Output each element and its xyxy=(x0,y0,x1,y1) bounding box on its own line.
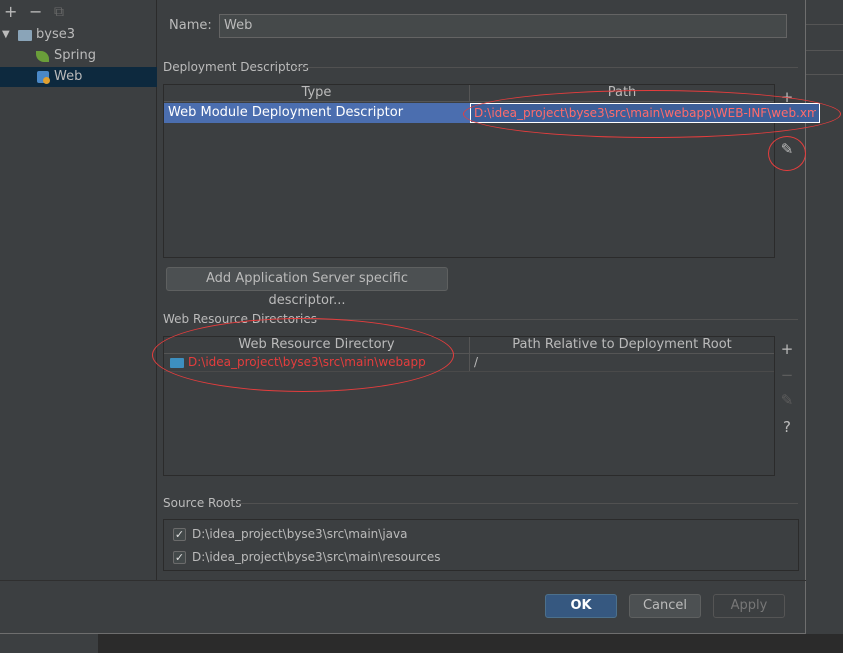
background-bottom xyxy=(0,634,843,653)
list-item[interactable]: ✓ D:\idea_project\byse3\src\main\resourc… xyxy=(164,547,794,567)
add-icon[interactable]: + xyxy=(4,4,17,20)
background-divider xyxy=(806,74,843,75)
edit-resource-icon[interactable]: ✎ xyxy=(778,391,796,409)
cell-divider xyxy=(469,354,470,371)
edit-pencil-icon[interactable]: ✎ xyxy=(778,140,796,158)
table-row[interactable]: Web Module Deployment Descriptor D:\idea… xyxy=(164,103,820,123)
remove-icon[interactable]: − xyxy=(29,4,42,20)
tree-item-web[interactable]: Web xyxy=(0,67,157,87)
relative-path: / xyxy=(474,355,479,369)
background-bottom-left xyxy=(0,634,98,653)
apply-button[interactable]: Apply xyxy=(713,594,785,618)
background-divider xyxy=(806,50,843,51)
web-resources-section-title: Web Resource Directories xyxy=(163,312,317,326)
table-row[interactable]: D:\idea_project\byse3\src\main\webapp / xyxy=(164,354,774,372)
tree-item-label: Web xyxy=(54,69,83,84)
copy-icon[interactable]: ⧉ xyxy=(54,4,64,20)
background-divider xyxy=(806,24,843,25)
source-roots-section-title: Source Roots xyxy=(163,496,242,510)
source-root-path: D:\idea_project\byse3\src\main\resources xyxy=(192,550,441,564)
section-divider xyxy=(238,503,798,504)
footer-divider xyxy=(0,580,806,581)
descriptor-type: Web Module Deployment Descriptor xyxy=(168,105,404,120)
resource-directory: D:\idea_project\byse3\src\main\webapp xyxy=(188,355,426,369)
add-resource-icon[interactable]: + xyxy=(778,340,796,358)
tree-item-label: Spring xyxy=(54,48,96,63)
checkbox-checked-icon[interactable]: ✓ xyxy=(173,551,186,564)
column-header-type[interactable]: Type xyxy=(164,85,469,102)
remove-resource-icon[interactable]: − xyxy=(778,366,796,384)
tree-item-byse3[interactable]: ▼ byse3 xyxy=(0,25,157,45)
descriptor-path-cell[interactable]: D:\idea_project\byse3\src\main\webapp\WE… xyxy=(470,103,820,123)
source-roots-list: ✓ D:\idea_project\byse3\src\main\java ✓ … xyxy=(163,519,799,571)
screen: + − ⧉ ▼ byse3 Spring Web Name: Web Deplo… xyxy=(0,0,843,653)
section-divider xyxy=(296,67,798,68)
name-input-value: Web xyxy=(224,18,253,33)
tree-item-label: byse3 xyxy=(36,27,75,42)
checkbox-checked-icon[interactable]: ✓ xyxy=(173,528,186,541)
add-descriptor-icon[interactable]: + xyxy=(778,88,796,106)
name-label: Name: xyxy=(169,18,212,33)
cancel-button[interactable]: Cancel xyxy=(629,594,701,618)
descriptor-path: D:\idea_project\byse3\src\main\webapp\WE… xyxy=(474,106,816,120)
column-header-path[interactable]: Path xyxy=(469,85,774,102)
name-input[interactable]: Web xyxy=(219,14,787,38)
source-root-path: D:\idea_project\byse3\src\main\java xyxy=(192,527,408,541)
help-icon[interactable]: ? xyxy=(778,418,796,436)
section-divider xyxy=(303,319,798,320)
column-header-relative-path[interactable]: Path Relative to Deployment Root xyxy=(469,337,774,354)
spring-leaf-icon xyxy=(36,51,49,62)
list-item[interactable]: ✓ D:\idea_project\byse3\src\main\java xyxy=(164,524,794,544)
web-resources-table: Web Resource Directory Path Relative to … xyxy=(163,336,775,476)
deployment-table: Type Path Web Module Deployment Descript… xyxy=(163,84,820,258)
deployment-section-title: Deployment Descriptors xyxy=(163,60,309,74)
project-structure-dialog: + − ⧉ ▼ byse3 Spring Web Name: Web Deplo… xyxy=(0,0,841,634)
module-folder-icon xyxy=(18,30,32,41)
web-folder-icon xyxy=(170,358,184,368)
web-badge-icon xyxy=(43,77,50,84)
column-header-directory[interactable]: Web Resource Directory xyxy=(164,337,469,354)
expand-arrow-icon[interactable]: ▼ xyxy=(2,25,10,45)
background-window xyxy=(806,0,843,653)
ok-button[interactable]: OK xyxy=(545,594,617,618)
add-server-descriptor-button[interactable]: Add Application Server specific descript… xyxy=(166,267,448,308)
tree-item-spring[interactable]: Spring xyxy=(0,46,157,66)
facet-tree: + − ⧉ ▼ byse3 Spring Web xyxy=(0,0,157,580)
